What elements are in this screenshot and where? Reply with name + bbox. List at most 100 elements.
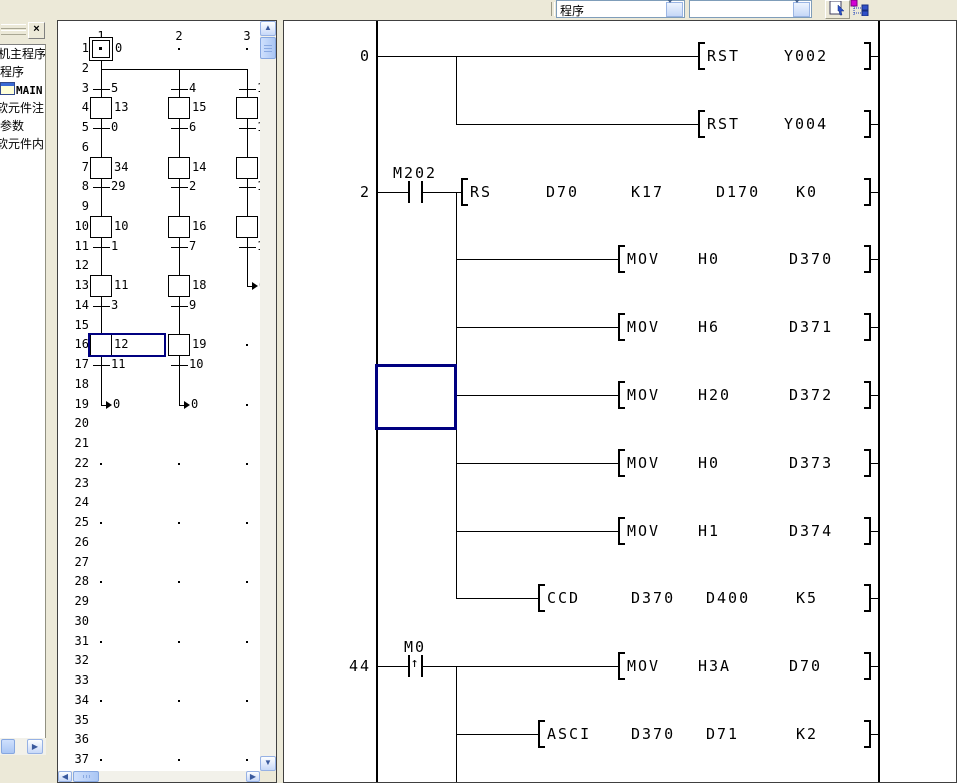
sfc-transition-label[interactable]: 3 [111, 298, 118, 312]
scroll-down-icon[interactable]: ▼ [260, 756, 276, 771]
sfc-grid-dot [100, 581, 102, 583]
sfc-step[interactable] [90, 216, 112, 238]
sfc-jump-label[interactable]: 0 [191, 397, 198, 411]
chevron-down-icon[interactable] [666, 2, 683, 17]
sfc-row-number: 21 [58, 436, 89, 450]
tree-item-main[interactable]: MAIN [0, 81, 45, 99]
sfc-step[interactable] [236, 216, 258, 238]
tree-item-device-comment[interactable]: 软元件注 [0, 99, 45, 117]
scrollbar-thumb[interactable] [1, 739, 15, 754]
sfc-step[interactable] [168, 157, 190, 179]
sfc-grid-dot [246, 48, 248, 50]
ladder-wire [376, 56, 698, 57]
sidebar-horizontal-scrollbar[interactable]: ▶ [0, 738, 46, 755]
project-data-list-button[interactable] [849, 0, 872, 17]
sfc-horizontal-scrollbar[interactable]: ◀ ▶ [58, 771, 260, 782]
ladder-wire [871, 463, 878, 464]
tree-item-program[interactable]: 程序 [0, 63, 45, 81]
ladder-wire [456, 259, 618, 260]
sfc-grid-dot [100, 522, 102, 524]
sfc-row-number: 37 [58, 752, 89, 766]
sfc-grid-dot [178, 581, 180, 583]
sfc-initial-step[interactable] [89, 37, 113, 61]
sfc-step[interactable] [90, 157, 112, 179]
sfc-transition-label[interactable]: 4 [189, 81, 196, 95]
close-bracket-icon [864, 42, 871, 70]
sfc-step[interactable] [168, 97, 190, 119]
sfc-row-number: 11 [58, 239, 89, 253]
sfc-transition-label[interactable]: 5 [111, 81, 118, 95]
scroll-right-icon[interactable]: ▶ [27, 739, 43, 754]
sfc-transition [171, 128, 188, 129]
scrollbar-thumb[interactable] [260, 37, 276, 59]
sfc-transition-label[interactable]: 9 [189, 298, 196, 312]
gx-developer-window: { "toolbar": { "program_combo": { "value… [0, 0, 957, 783]
sfc-step[interactable] [168, 216, 190, 238]
sfc-step[interactable] [236, 157, 258, 179]
sfc-row-number: 7 [58, 160, 89, 174]
ladder-canvas[interactable]: 0RSTY002RSTY0042M202RSD70K17D170K0MOVH0D… [284, 21, 956, 782]
ladder-wire [871, 259, 878, 260]
ladder-trunk-wire [456, 666, 457, 782]
instruction-operand: D372 [789, 386, 833, 404]
ladder-wire [871, 124, 878, 125]
sfc-grid-dot [100, 463, 102, 465]
sfc-step[interactable] [236, 97, 258, 119]
ladder-contact[interactable] [409, 181, 410, 203]
instruction-operand: K2 [796, 725, 818, 743]
ladder-wire [376, 666, 408, 667]
sfc-transition [93, 365, 110, 366]
sfc-column-header: 2 [169, 29, 189, 43]
instruction-operand: D374 [789, 522, 833, 540]
scrollbar-thumb[interactable] [73, 771, 99, 782]
sfc-jump-label[interactable]: 0 [113, 397, 120, 411]
sfc-row-number: 6 [58, 140, 89, 154]
sfc-transition-label[interactable]: 2 [189, 179, 196, 193]
sfc-canvas[interactable]: 1231234567891011121314151617181920212223… [58, 21, 260, 782]
program-type-combobox[interactable]: 程序 [556, 0, 685, 18]
sfc-cursor[interactable] [88, 333, 166, 357]
sfc-step[interactable] [168, 334, 190, 356]
sfc-vertical-scrollbar[interactable]: ▲ ▼ [260, 21, 276, 771]
tree-item-device-memory[interactable]: 软元件内 [0, 135, 45, 153]
close-bracket-icon [864, 313, 871, 341]
instruction-op: RS [470, 183, 492, 201]
sfc-transition [239, 187, 256, 188]
ladder-wire [456, 734, 538, 735]
sfc-transition-label[interactable]: 6 [189, 120, 196, 134]
sfc-row-number: 17 [58, 357, 89, 371]
sfc-transition-label[interactable]: 7 [189, 239, 196, 253]
sfc-step[interactable] [168, 275, 190, 297]
sfc-row-number: 26 [58, 535, 89, 549]
tree-item-parameter[interactable]: 参数 [0, 117, 45, 135]
sfc-transition [93, 89, 110, 90]
instruction-operand: K5 [796, 589, 818, 607]
sfc-grid-dot [246, 522, 248, 524]
tree-item-host-program[interactable]: 机主程序 [0, 45, 45, 63]
scroll-left-icon[interactable]: ◀ [58, 771, 72, 782]
sfc-step[interactable] [90, 275, 112, 297]
sfc-transition-label[interactable]: 10 [189, 357, 203, 371]
chevron-down-icon[interactable] [793, 2, 810, 17]
sfc-transition-label[interactable]: 29 [111, 179, 125, 193]
toolbar-grip[interactable] [1, 30, 26, 35]
close-bracket-icon [864, 720, 871, 748]
sfc-transition [93, 247, 110, 248]
scroll-up-icon[interactable]: ▲ [260, 21, 276, 36]
toolbar-grip[interactable] [1, 24, 26, 29]
sfc-step-label: 0 [115, 41, 122, 55]
sfc-transition-label[interactable]: 11 [111, 357, 125, 371]
sfc-step[interactable] [90, 97, 112, 119]
sfc-grid-dot [246, 641, 248, 643]
sfc-transition [171, 89, 188, 90]
close-icon[interactable]: × [28, 22, 45, 39]
display-mode-button[interactable] [825, 0, 850, 19]
sfc-transition-label[interactable]: 0 [111, 120, 118, 134]
sfc-transition [239, 128, 256, 129]
sfc-active-dot [99, 47, 102, 50]
sfc-transition-label[interactable]: 1 [111, 239, 118, 253]
data-name-combobox[interactable] [689, 0, 812, 18]
tree-item-label: 程序 [0, 65, 24, 79]
scroll-right-icon[interactable]: ▶ [246, 771, 260, 782]
ladder-cursor[interactable] [375, 364, 457, 430]
